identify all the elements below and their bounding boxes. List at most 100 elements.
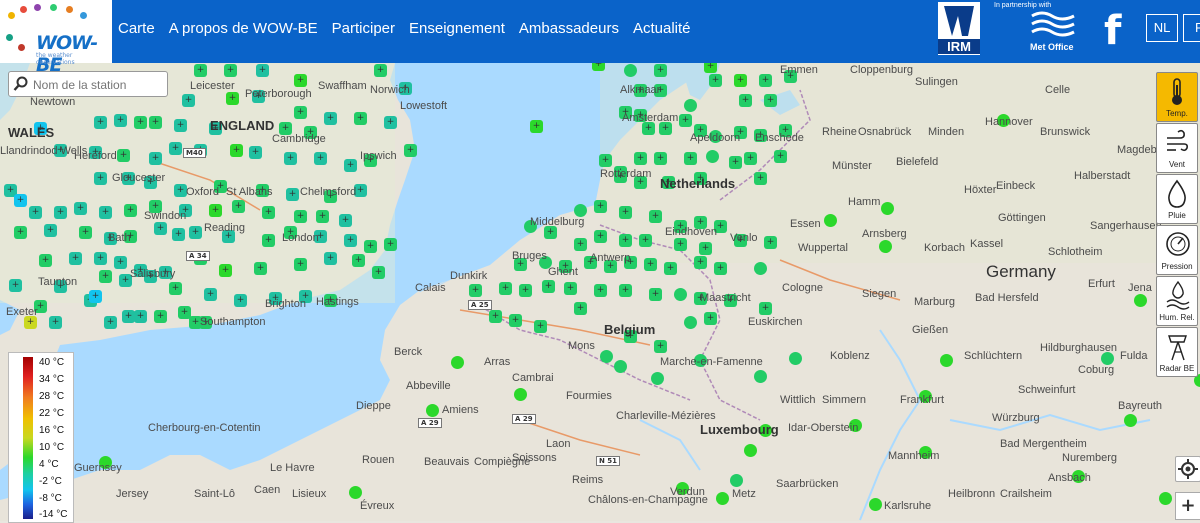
weather-station-marker[interactable]: + — [249, 146, 262, 159]
weather-station-marker[interactable]: + — [194, 64, 207, 77]
weather-station-marker[interactable]: + — [644, 258, 657, 271]
weather-station-marker[interactable]: + — [182, 94, 195, 107]
weather-station-marker[interactable]: + — [759, 302, 772, 315]
weather-station-marker[interactable]: + — [704, 312, 717, 325]
lang-f-button[interactable]: F — [1183, 14, 1200, 42]
weather-station-marker[interactable] — [789, 352, 802, 365]
weather-station-marker[interactable]: + — [384, 116, 397, 129]
weather-station-marker[interactable]: + — [262, 234, 275, 247]
weather-station-marker[interactable]: + — [94, 172, 107, 185]
weather-station-marker[interactable]: + — [39, 254, 52, 267]
nav-participer[interactable]: Participer — [332, 20, 395, 37]
weather-station-marker[interactable]: + — [674, 238, 687, 251]
weather-station-marker[interactable]: + — [294, 210, 307, 223]
weather-station-marker[interactable] — [349, 486, 362, 499]
weather-station-marker[interactable]: + — [14, 194, 27, 207]
weather-station-marker[interactable] — [824, 214, 837, 227]
weather-station-marker[interactable]: + — [679, 114, 692, 127]
weather-station-marker[interactable]: + — [54, 206, 67, 219]
weather-station-marker[interactable]: + — [754, 172, 767, 185]
weather-station-marker[interactable]: + — [744, 152, 757, 165]
weather-station-marker[interactable]: + — [654, 152, 667, 165]
weather-station-marker[interactable] — [514, 388, 527, 401]
nav-ambassadeurs[interactable]: Ambassadeurs — [519, 20, 619, 37]
weather-station-marker[interactable] — [674, 288, 687, 301]
weather-station-marker[interactable]: + — [499, 282, 512, 295]
weather-station-marker[interactable]: + — [564, 282, 577, 295]
weather-station-marker[interactable]: + — [352, 254, 365, 267]
weather-station-marker[interactable]: + — [172, 228, 185, 241]
weather-station-marker[interactable]: + — [204, 288, 217, 301]
weather-station-marker[interactable]: + — [364, 240, 377, 253]
weather-station-marker[interactable]: + — [739, 94, 752, 107]
weather-station-marker[interactable]: + — [594, 284, 607, 297]
weather-station-marker[interactable]: + — [154, 310, 167, 323]
weather-station-marker[interactable]: + — [469, 284, 482, 297]
weather-station-marker[interactable]: + — [709, 74, 722, 87]
layer-rain-button[interactable]: Pluie — [1156, 174, 1198, 224]
locate-me-button[interactable] — [1175, 456, 1200, 482]
weather-station-marker[interactable] — [426, 404, 439, 417]
weather-station-marker[interactable] — [754, 370, 767, 383]
weather-station-marker[interactable] — [614, 360, 627, 373]
weather-station-marker[interactable]: + — [542, 280, 555, 293]
weather-station-marker[interactable]: + — [694, 256, 707, 269]
weather-station-marker[interactable]: + — [224, 64, 237, 77]
weather-station-marker[interactable] — [730, 474, 743, 487]
weather-station-marker[interactable]: + — [256, 64, 269, 77]
weather-station-marker[interactable]: + — [404, 144, 417, 157]
weather-station-marker[interactable] — [684, 99, 697, 112]
weather-station-marker[interactable]: + — [574, 238, 587, 251]
weather-station-marker[interactable]: + — [374, 64, 387, 77]
weather-station-marker[interactable] — [881, 202, 894, 215]
weather-station-marker[interactable]: + — [316, 210, 329, 223]
weather-station-marker[interactable]: + — [114, 114, 127, 127]
weather-station-marker[interactable]: + — [574, 302, 587, 315]
weather-station-marker[interactable]: + — [324, 112, 337, 125]
weather-station-marker[interactable]: + — [79, 226, 92, 239]
weather-station-marker[interactable]: + — [619, 284, 632, 297]
weather-station-marker[interactable]: + — [44, 224, 57, 237]
nav-actualite[interactable]: Actualité — [633, 20, 691, 37]
weather-station-marker[interactable]: + — [294, 106, 307, 119]
layer-radar-button[interactable]: Radar BE — [1156, 327, 1198, 377]
weather-station-marker[interactable]: + — [94, 252, 107, 265]
weather-station-marker[interactable]: + — [519, 284, 532, 297]
weather-station-marker[interactable] — [1124, 414, 1137, 427]
weather-station-marker[interactable]: + — [294, 258, 307, 271]
weather-station-marker[interactable]: + — [654, 64, 667, 77]
weather-station-marker[interactable]: + — [372, 266, 385, 279]
weather-station-marker[interactable]: + — [69, 252, 82, 265]
facebook-icon[interactable]: f — [1104, 8, 1121, 54]
weather-station-marker[interactable]: + — [189, 226, 202, 239]
weather-station-marker[interactable] — [624, 64, 637, 77]
weather-station-marker[interactable] — [754, 262, 767, 275]
weather-station-marker[interactable]: + — [344, 159, 357, 172]
weather-station-marker[interactable] — [651, 372, 664, 385]
nav-enseignement[interactable]: Enseignement — [409, 20, 505, 37]
met-office-logo[interactable]: Met Office — [1030, 42, 1074, 52]
weather-station-marker[interactable]: + — [154, 222, 167, 235]
weather-station-marker[interactable]: + — [339, 214, 352, 227]
weather-station-marker[interactable] — [1134, 294, 1147, 307]
weather-station-marker[interactable]: + — [384, 238, 397, 251]
station-search-input[interactable] — [31, 74, 165, 96]
weather-station-marker[interactable]: + — [530, 120, 543, 133]
weather-station-marker[interactable]: + — [169, 142, 182, 155]
weather-station-marker[interactable]: + — [219, 264, 232, 277]
nav-a-propos[interactable]: A propos de WOW-BE — [169, 20, 318, 37]
weather-station-marker[interactable]: + — [226, 92, 239, 105]
weather-station-marker[interactable]: + — [354, 112, 367, 125]
zoom-in-button[interactable]: + — [1175, 492, 1200, 520]
weather-station-marker[interactable]: + — [489, 310, 502, 323]
weather-station-marker[interactable]: + — [729, 156, 742, 169]
weather-station-marker[interactable]: + — [149, 116, 162, 129]
weather-station-marker[interactable]: + — [734, 74, 747, 87]
layer-wind-button[interactable]: Vent — [1156, 123, 1198, 173]
weather-station-marker[interactable]: + — [314, 152, 327, 165]
layer-humidity-button[interactable]: Hum. Rel. — [1156, 276, 1198, 326]
weather-station-marker[interactable]: + — [117, 149, 130, 162]
weather-station-marker[interactable]: + — [254, 262, 267, 275]
wow-be-logo[interactable]: WOW-BE the weather observations — [0, 0, 112, 76]
weather-station-marker[interactable] — [716, 492, 729, 505]
